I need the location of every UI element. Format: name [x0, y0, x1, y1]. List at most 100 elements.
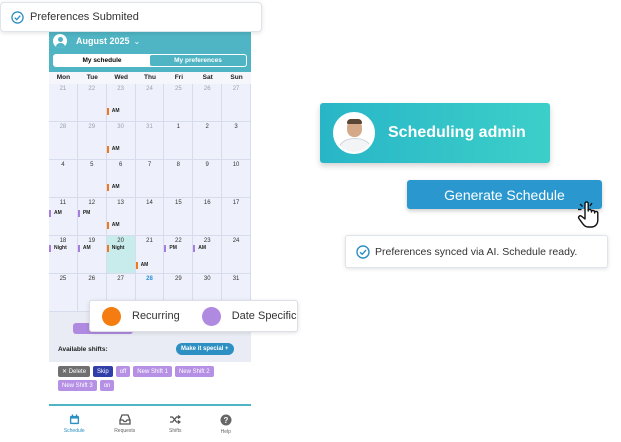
day-number: 10 [232, 162, 240, 168]
shift-tag: AM [106, 146, 119, 153]
calendar-day[interactable]: 4 [49, 160, 78, 198]
tab-schedule[interactable]: Schedule [49, 406, 100, 442]
tab-my-preferences[interactable]: My preferences [150, 55, 246, 66]
tab-my-schedule[interactable]: My schedule [54, 55, 150, 66]
calendar-day[interactable]: 28 [49, 122, 78, 160]
weekday-label: Sat [202, 74, 213, 81]
recurring-dot-icon [102, 306, 121, 326]
available-shifts-label: Available shifts: [58, 346, 108, 353]
on-chip[interactable]: on [99, 380, 115, 391]
day-number: 23 [203, 238, 211, 244]
svg-text:?: ? [223, 416, 228, 425]
calendar-day[interactable]: 15 [164, 198, 194, 236]
day-number: 31 [146, 124, 153, 130]
calendar-day[interactable]: 29 [77, 122, 107, 160]
day-number: 28 [146, 276, 153, 282]
shift-tag: AM [106, 222, 119, 229]
calendar-day[interactable]: 1 [164, 122, 194, 160]
shift-chip-1[interactable]: New Shift 1 [133, 366, 172, 377]
day-number: 15 [175, 200, 182, 206]
shift-chips: ✕ Delete Skip off New Shift 1 New Shift … [58, 366, 248, 391]
month-selector[interactable]: August 2025 ⌄ [53, 32, 140, 50]
calendar-day[interactable]: 23 AM [106, 84, 136, 122]
tab-help[interactable]: ? Help [201, 406, 252, 442]
day-number: 2 [205, 124, 209, 130]
calendar-day[interactable]: 12 PM [77, 198, 107, 236]
tab-label: Help [220, 428, 231, 435]
calendar-day[interactable]: 24 [135, 84, 165, 122]
calendar-day[interactable]: 25 [49, 274, 78, 312]
bottom-tab-bar: Schedule Requests Shifts ? Help [49, 404, 251, 442]
shift-tag: AM [193, 245, 206, 252]
admin-avatar [333, 112, 375, 154]
day-number: 21 [59, 86, 67, 92]
day-number: 7 [147, 162, 152, 168]
day-number: 31 [232, 276, 240, 282]
tab-requests[interactable]: Requests [100, 406, 151, 442]
shift-tag: AM [77, 245, 91, 252]
calendar-day[interactable]: 21 [49, 84, 78, 122]
view-toggle: My schedule My preferences [53, 54, 247, 67]
calendar-day[interactable]: 14 [135, 198, 165, 236]
shift-tag: PM [164, 245, 177, 252]
shift-chip-3[interactable]: New Shift 3 [58, 380, 97, 391]
scheduling-admin-card: Scheduling admin [320, 103, 550, 163]
shift-tag: Night [106, 245, 124, 252]
calendar-day[interactable]: 11 AM [49, 198, 78, 236]
day-number: 22 [175, 238, 182, 244]
weekday-label: Wed [114, 74, 128, 81]
off-chip[interactable]: off [115, 366, 131, 377]
shift-chip-2[interactable]: New Shift 2 [174, 366, 214, 377]
day-number: 29 [88, 124, 96, 130]
tab-shifts[interactable]: Shifts [150, 406, 201, 442]
calendar-day[interactable]: 23 AM [193, 236, 223, 274]
recurring-label: Recurring [132, 310, 180, 322]
calendar-day[interactable]: 8 [164, 160, 194, 198]
calendar-grid: 21 22 23 AM 24 25 26 27 28 29 30 AM 31 1 2… [49, 84, 251, 312]
calendar-day[interactable]: 19 AM [77, 236, 107, 274]
shift-tag: Night [49, 245, 67, 252]
calendar-day[interactable]: 5 [77, 160, 107, 198]
day-number: 18 [59, 238, 67, 244]
day-number: 30 [203, 276, 211, 282]
delete-chip[interactable]: ✕ Delete [58, 366, 91, 377]
calendar-day[interactable]: 16 [193, 198, 223, 236]
calendar-day[interactable]: 6 AM [106, 160, 136, 198]
calendar-day[interactable]: 27 [222, 84, 251, 122]
calendar-day[interactable]: 17 [222, 198, 251, 236]
weekday-label: Sun [230, 74, 243, 81]
shift-tag: AM [49, 210, 62, 217]
calendar-day[interactable]: 21 AM [135, 236, 165, 274]
toast-text: Preferences synced via AI. Schedule read… [375, 245, 578, 258]
calendar-day[interactable]: 31 [135, 122, 165, 160]
tab-label: Shifts [168, 428, 182, 434]
day-number: 26 [203, 86, 211, 92]
calendar-day[interactable]: 9 [193, 160, 223, 198]
weekday-label: Thu [144, 74, 156, 81]
make-it-special-button[interactable]: Make it special + [176, 343, 234, 355]
calendar-day[interactable]: 20 Night [106, 236, 136, 274]
day-number: 19 [88, 238, 96, 244]
shift-tag: AM [106, 108, 119, 115]
calendar-day[interactable]: 22 [77, 84, 107, 122]
calendar-day[interactable]: 24 [222, 236, 251, 274]
day-number: 24 [232, 238, 240, 244]
calendar-day[interactable]: 3 [222, 122, 251, 160]
skip-chip[interactable]: Skip [93, 366, 113, 377]
calendar-day[interactable]: 2 [193, 122, 223, 160]
calendar-day[interactable]: 30 AM [106, 122, 136, 160]
calendar-day[interactable]: 13 AM [106, 198, 136, 236]
user-avatar-icon[interactable] [53, 34, 67, 48]
calendar-day[interactable]: 26 [193, 84, 223, 122]
day-number: 13 [117, 200, 124, 206]
calendar-day[interactable]: 7 [135, 160, 165, 198]
chevron-down-icon[interactable]: ⌄ [134, 37, 141, 46]
calendar-day[interactable]: 10 [222, 160, 251, 198]
calendar-day[interactable]: 22 PM [164, 236, 194, 274]
calendar-day[interactable]: 18 Night [49, 236, 78, 274]
calendar-day[interactable]: 25 [164, 84, 194, 122]
tab-label: Requests [114, 428, 136, 434]
day-number: 14 [146, 200, 153, 206]
check-circle-icon [356, 244, 370, 259]
day-number: 22 [88, 86, 96, 92]
